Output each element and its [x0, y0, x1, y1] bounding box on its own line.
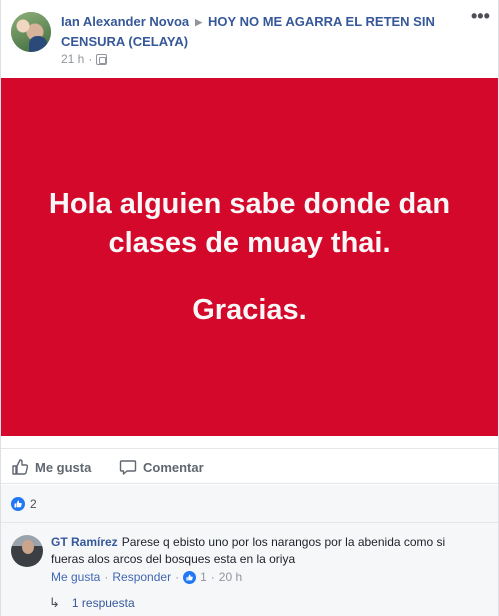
post-time[interactable]: 21 h — [61, 52, 84, 66]
comment-time[interactable]: 20 h — [219, 570, 242, 584]
comment-reply-link[interactable]: Responder — [112, 570, 171, 584]
avatar-photo-detail — [29, 36, 47, 52]
more-options-icon[interactable]: ••• — [471, 7, 490, 25]
banner-line: clases de muay thai. — [108, 226, 391, 259]
reactions-summary[interactable]: 2 — [1, 485, 498, 523]
post-meta: 21 h · — [61, 52, 108, 66]
post-byline: Ian Alexander Novoa ▶ HOY NO ME AGARRA EL … — [61, 12, 471, 51]
comment-body: GT Ramírez Parese q ebisto uno por los na… — [51, 534, 481, 568]
thumbs-up-icon — [186, 573, 193, 581]
post-actions-bar: Me gusta Comentar — [1, 448, 498, 484]
meta-separator: · — [175, 570, 180, 584]
caret-right-icon: ▶ — [195, 17, 203, 27]
post-card: Ian Alexander Novoa ▶ HOY NO ME AGARRA EL … — [0, 0, 499, 616]
comment-button[interactable]: Comentar — [119, 458, 204, 476]
thumbs-up-icon — [14, 500, 22, 508]
like-button[interactable]: Me gusta — [11, 458, 91, 476]
meta-separator: · — [104, 570, 109, 584]
like-reaction-icon — [11, 497, 25, 511]
meta-separator: · — [210, 570, 215, 584]
group-privacy-icon — [96, 53, 108, 65]
comment-like-count[interactable]: 1 — [200, 570, 207, 584]
thumbs-up-icon — [12, 459, 29, 475]
comments-section: GT Ramírez Parese q ebisto uno por los na… — [1, 523, 498, 616]
like-reaction-icon — [183, 570, 197, 584]
comment-label: Comentar — [143, 459, 204, 475]
like-label: Me gusta — [35, 459, 92, 475]
replies-label: 1 respuesta — [71, 596, 135, 610]
author-name[interactable]: Ian Alexander Novoa — [61, 14, 189, 29]
comment-like-link[interactable]: Me gusta — [51, 570, 100, 584]
view-replies-link[interactable]: ↳ 1 respuesta — [49, 595, 135, 611]
avatar-photo — [22, 540, 34, 554]
meta-separator: · — [88, 52, 93, 66]
reaction-count: 2 — [30, 497, 37, 511]
commenter-avatar[interactable] — [11, 535, 43, 567]
speech-bubble-icon — [119, 460, 137, 475]
banner-closing: Gracias. — [192, 293, 307, 326]
post-header: Ian Alexander Novoa ▶ HOY NO ME AGARRA EL … — [1, 0, 498, 78]
comment-meta: Me gusta · Responder · 1 · 20 h — [51, 570, 242, 584]
banner-line: Hola alguien sabe donde dan — [48, 187, 451, 220]
post-banner: Hola alguien sabe donde dan clases de mu… — [1, 78, 498, 436]
author-avatar[interactable] — [11, 12, 51, 52]
reply-arrow-icon: ↳ — [49, 595, 60, 610]
comment-author[interactable]: GT Ramírez — [51, 535, 118, 549]
